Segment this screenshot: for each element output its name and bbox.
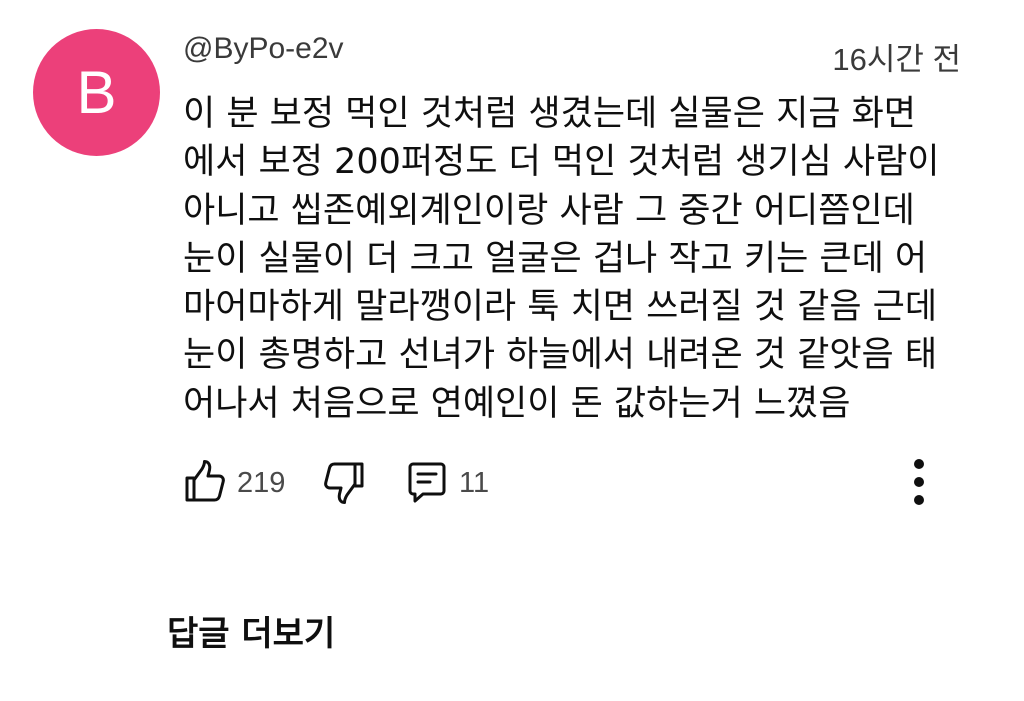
like-button[interactable] bbox=[183, 458, 227, 506]
comment-timestamp[interactable]: 16시간 전 bbox=[832, 40, 961, 80]
comment-author[interactable]: @ByPo-e2v bbox=[183, 30, 344, 68]
avatar-letter: B bbox=[76, 59, 117, 126]
reply-button[interactable] bbox=[405, 458, 449, 506]
comment-text: 이 분 보정 먹인 것처럼 생겼는데 실물은 지금 화면 에서 보정 200퍼정… bbox=[183, 90, 983, 428]
like-count: 219 bbox=[237, 467, 286, 499]
comment-line: 에서 보정 200퍼정도 더 먹인 것처럼 생기심 사람이 bbox=[183, 142, 940, 183]
avatar[interactable]: B bbox=[33, 29, 160, 156]
comment-line: 눈이 실물이 더 크고 얼굴은 겁나 작고 키는 큰데 어 bbox=[183, 238, 928, 279]
comment-line: 이 분 보정 먹인 것처럼 생겼는데 실물은 지금 화면 bbox=[183, 94, 917, 134]
more-vertical-icon bbox=[914, 459, 924, 505]
comment-line: 눈이 총명하고 선녀가 하늘에서 내려온 것 같앗음 태 bbox=[183, 335, 938, 376]
reply-count: 11 bbox=[459, 467, 490, 499]
comment-line: 아니고 씹존예외계인이랑 사람 그 중간 어디쯤인데 bbox=[183, 190, 915, 231]
comment-line: 어나서 처음으로 연예인이 돈 값하는거 느꼈음 bbox=[183, 383, 851, 424]
view-replies-button[interactable]: 답글 더보기 bbox=[167, 612, 335, 656]
comment-icon bbox=[408, 462, 446, 503]
thumbs-up-icon bbox=[185, 460, 225, 502]
thumbs-down-icon bbox=[324, 462, 364, 504]
more-options-button[interactable] bbox=[898, 455, 940, 511]
dislike-button[interactable] bbox=[322, 458, 366, 506]
comment-line: 마어마하게 말라깽이라 툭 치면 쓰러질 것 같음 근데 bbox=[183, 287, 938, 328]
